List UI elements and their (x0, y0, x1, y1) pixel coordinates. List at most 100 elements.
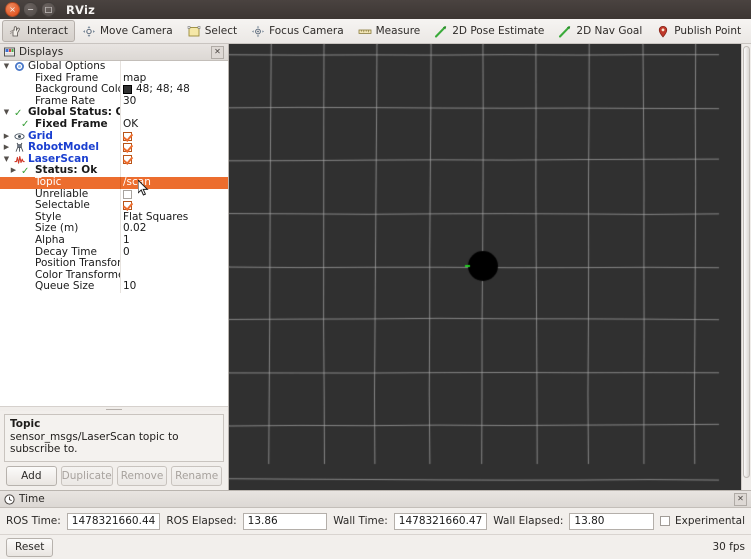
property-value-cell[interactable]: 48; 48; 48 (120, 84, 228, 96)
expand-arrow-right-icon[interactable]: ▶ (9, 165, 18, 177)
time-field-input[interactable]: 1478321660.47 (394, 513, 488, 530)
display-property-row[interactable]: Queue Size 10 (0, 281, 228, 293)
display-property-row[interactable]: Color Transformer (0, 270, 228, 282)
view-splitter-handle[interactable] (229, 256, 230, 280)
time-field-input[interactable]: 1478321660.44 (67, 513, 161, 530)
display-property-row[interactable]: Fixed Frame map (0, 73, 228, 85)
main-area: Displays ✕ ▼ Global Options Fixed Frame map… (0, 44, 751, 490)
tree-splitter-handle[interactable] (0, 406, 228, 411)
toolbar-button-2d-nav-goal[interactable]: 2D Nav Goal (551, 20, 649, 42)
time-field-label: Wall Time: (333, 515, 388, 527)
display-property-row[interactable]: Size (m) 0.02 (0, 223, 228, 235)
reset-button[interactable]: Reset (6, 538, 53, 557)
toolbar-button-focus-camera[interactable]: Focus Camera (244, 20, 351, 42)
property-value-text: 0.02 (123, 223, 146, 235)
expand-arrow-down-icon[interactable]: ▼ (2, 107, 11, 119)
render-view[interactable] (229, 44, 751, 490)
toolbar-button-publish-point[interactable]: Publish Point (649, 20, 748, 42)
toolbar-button-interact[interactable]: Interact (2, 20, 75, 42)
display-property-row[interactable]: ✓ Fixed Frame OK (0, 119, 228, 131)
enabled-checkbox[interactable] (123, 190, 132, 199)
tree-icon-spacer (21, 96, 32, 107)
property-value-cell[interactable] (120, 131, 228, 143)
property-value-cell[interactable]: Flat Squares (120, 212, 228, 224)
enabled-checkbox[interactable] (123, 132, 132, 141)
property-value-cell[interactable]: OK (120, 119, 228, 131)
display-property-row[interactable]: Alpha 1 (0, 235, 228, 247)
property-value-cell[interactable]: 0 (120, 247, 228, 259)
check-green-icon: ✓ (21, 166, 32, 177)
toolbar-button-move-camera[interactable]: Move Camera (75, 20, 180, 42)
expand-arrow-right-icon[interactable]: ▶ (2, 142, 11, 154)
expand-arrow-down-icon[interactable]: ▼ (2, 61, 11, 73)
display-property-row[interactable]: Background Color 48; 48; 48 (0, 84, 228, 96)
property-value-cell[interactable]: map (120, 73, 228, 85)
view3d-canvas[interactable] (229, 44, 735, 490)
property-value-cell[interactable]: 10 (120, 281, 228, 293)
display-property-row[interactable]: Position Transfor… (0, 258, 228, 270)
enabled-checkbox[interactable] (123, 201, 132, 210)
measure-icon (358, 25, 372, 38)
enabled-checkbox[interactable] (123, 143, 132, 152)
window-close-button[interactable]: × (5, 2, 20, 17)
window-minimize-button[interactable]: − (23, 2, 38, 17)
property-value-cell[interactable]: 30 (120, 96, 228, 108)
property-value-cell[interactable]: 0.02 (120, 223, 228, 235)
experimental-toggle[interactable]: Experimental (660, 515, 745, 527)
color-swatch[interactable] (123, 85, 132, 94)
display-property-row[interactable]: Style Flat Squares (0, 212, 228, 224)
experimental-checkbox[interactable] (660, 516, 670, 526)
property-name-cell: ▼✓Global Status: Ok (0, 107, 120, 119)
display-property-row[interactable]: Frame Rate 30 (0, 96, 228, 108)
display-property-row[interactable]: ▼✓ Global Status: Ok (0, 107, 228, 119)
toolbar-button-label: 2D Nav Goal (576, 25, 642, 37)
property-label: Style (35, 212, 61, 224)
time-status-row: Reset 30 fps (0, 535, 751, 559)
property-value-cell[interactable] (120, 165, 228, 177)
display-property-row[interactable]: Selectable (0, 200, 228, 212)
display-property-row[interactable]: Topic/scan (0, 177, 228, 189)
toolbar-button-label: Select (205, 25, 237, 37)
description-title: Topic (10, 418, 218, 430)
display-property-row[interactable]: ▶ RobotModel (0, 142, 228, 154)
property-value-cell[interactable] (120, 154, 228, 166)
property-value-text: 48; 48; 48 (136, 84, 190, 96)
expand-arrow-down-icon[interactable]: ▼ (2, 154, 11, 166)
time-dock-close-icon[interactable]: ✕ (734, 493, 747, 506)
toolbar-button-2d-pose-estimate[interactable]: 2D Pose Estimate (427, 20, 551, 42)
property-value-cell[interactable] (120, 61, 228, 73)
view-scrollbar[interactable] (741, 44, 751, 490)
time-fields-row: ROS Time: 1478321660.44 ROS Elapsed: 13.86 W… (0, 508, 751, 535)
expand-arrow-right-icon[interactable]: ▶ (2, 131, 11, 143)
tree-icon-spacer (21, 189, 32, 200)
property-name-cell: ✓ Fixed Frame (0, 119, 120, 131)
property-value-cell[interactable]: 1 (120, 235, 228, 247)
fps-label: 30 fps (712, 541, 745, 553)
displays-tree[interactable]: ▼ Global Options Fixed Frame map Background … (0, 61, 228, 411)
toolbar-button-label: Publish Point (674, 25, 741, 37)
time-field-input[interactable]: 13.80 (569, 513, 654, 530)
property-name-cell: ▼ Global Options (0, 61, 120, 73)
property-value-cell[interactable] (120, 200, 228, 212)
display-property-row[interactable]: Unreliable (0, 189, 228, 201)
window-maximize-button[interactable]: □ (41, 2, 56, 17)
display-property-row[interactable]: ▶ Grid (0, 131, 228, 143)
property-value-cell[interactable] (120, 189, 228, 201)
property-value-cell[interactable] (120, 258, 228, 270)
property-value-cell[interactable] (120, 142, 228, 154)
property-value-cell[interactable] (120, 107, 228, 119)
toolbar-button-select[interactable]: Select (180, 20, 244, 42)
property-label: Global Status: Ok (28, 107, 120, 119)
property-value-cell[interactable]: /scan (120, 177, 228, 189)
time-field-input[interactable]: 13.86 (243, 513, 328, 530)
display-property-row[interactable]: ▼ Global Options (0, 61, 228, 73)
displays-dock-close-icon[interactable]: ✕ (211, 46, 224, 59)
toolbar-button-measure[interactable]: Measure (351, 20, 428, 42)
display-property-row[interactable]: Decay Time 0 (0, 247, 228, 259)
display-property-row[interactable]: ▼ LaserScan (0, 154, 228, 166)
enabled-checkbox[interactable] (123, 155, 132, 164)
display-property-row[interactable]: ▶ ✓ Status: Ok (0, 165, 228, 177)
add-button[interactable]: Add (6, 466, 57, 486)
property-label: Decay Time (35, 247, 97, 259)
property-value-cell[interactable] (120, 270, 228, 282)
